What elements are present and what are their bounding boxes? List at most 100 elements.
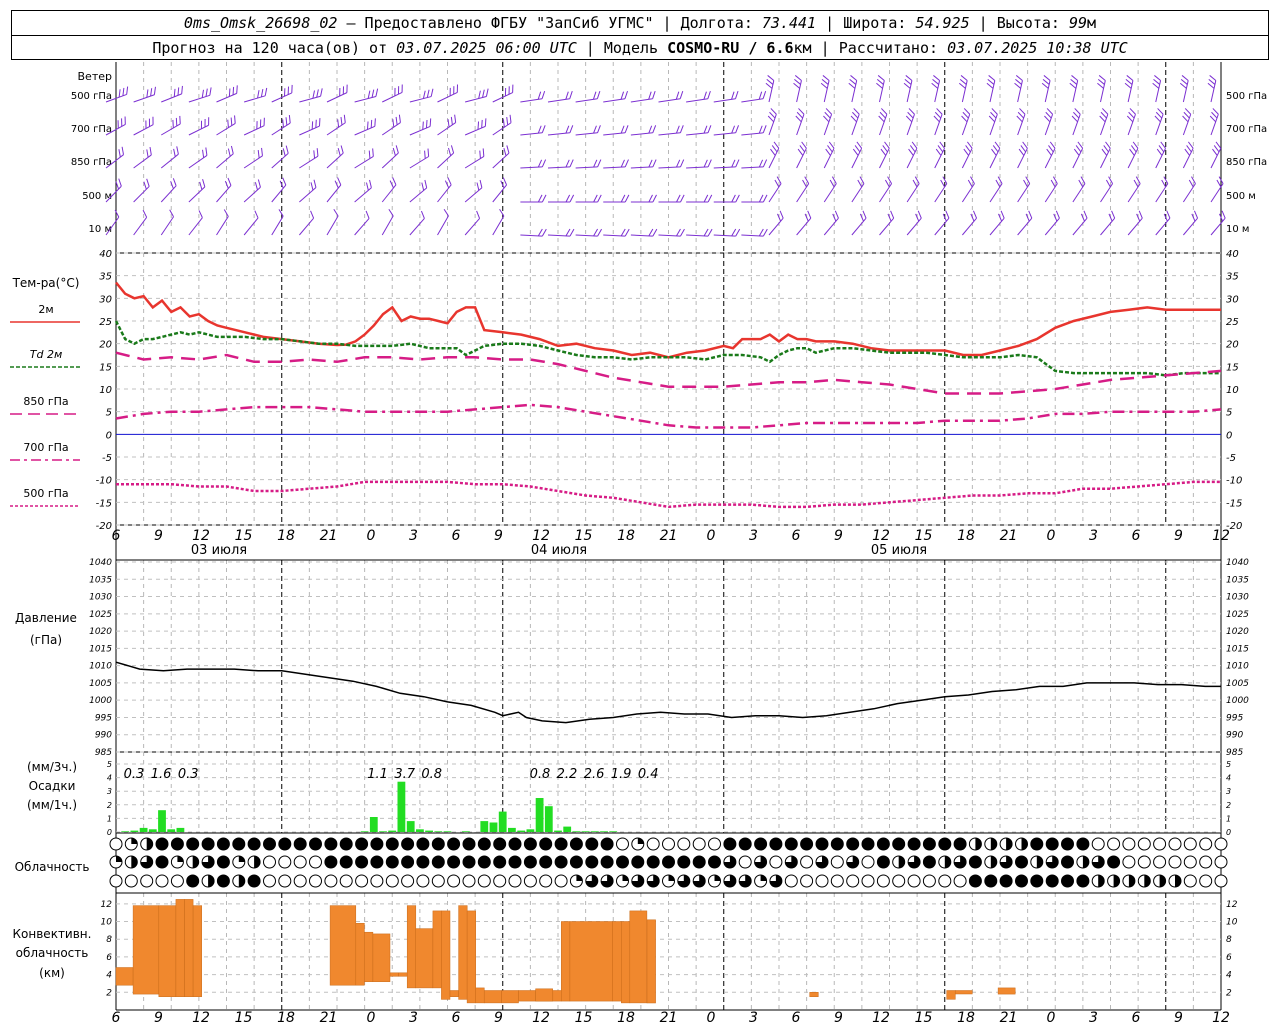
x-tick-label-bottom: 6	[452, 1010, 461, 1024]
wind-barb-flag	[834, 210, 839, 219]
wind-barb-flag	[1130, 145, 1137, 153]
cloud-cover-symbol	[708, 837, 721, 851]
cloud-cover-symbol	[938, 837, 952, 851]
wind-barb-flag	[450, 145, 455, 154]
cloud-cover-symbol	[324, 874, 338, 888]
wind-barb-flag	[282, 148, 286, 157]
cloud-cover-symbol	[355, 837, 369, 851]
cloud-cover-fill	[975, 838, 982, 850]
cloud-cover-symbol	[692, 855, 706, 869]
wind-barb-flag	[199, 181, 203, 190]
precip-total: 2.6	[584, 767, 605, 782]
wind-barb	[1017, 148, 1028, 169]
wind-barb-flag	[1126, 115, 1134, 123]
cloud-cover-fill	[1036, 856, 1043, 868]
temp-y-tick: 30	[99, 294, 112, 305]
wind-barb	[381, 152, 399, 169]
x-tick-label: 18	[617, 528, 635, 544]
cloud-cover-symbol	[1107, 837, 1121, 851]
cloud-cover-symbol	[324, 837, 338, 851]
cloud-cover-symbol	[646, 837, 660, 851]
wind-barb-flag	[340, 116, 343, 126]
cloud-cover-symbol	[968, 874, 982, 888]
wind-barb-flag	[126, 86, 129, 95]
wind-barb-flag	[966, 141, 973, 149]
cloud-cover-symbol	[447, 874, 461, 888]
wind-barb	[326, 184, 342, 203]
conv-cloud-bar	[501, 990, 519, 1004]
temperature-panel: 40 40 35 35 30 30 25 25 20 20 15 15 10 10 5 5 0 0 -5 -5 -10 -…	[10, 249, 1242, 532]
wind-barb-flag	[990, 111, 997, 119]
conv-cloud-bar	[398, 972, 408, 977]
precip-bar	[526, 829, 535, 832]
press-y-tick-right: 1030	[1226, 593, 1249, 603]
wind-barb-flag	[422, 121, 424, 130]
wind-barb-flag	[1069, 82, 1077, 89]
precip-bar	[167, 829, 176, 832]
wind-barb-flag	[624, 228, 630, 237]
cloud-cover-symbol	[631, 855, 645, 869]
precip-bar	[130, 830, 139, 832]
cloud-cover-symbol	[1214, 855, 1228, 869]
wind-barb-flag	[1101, 108, 1109, 115]
conv-cloud-bar	[389, 972, 399, 977]
wind-barb-flag	[703, 125, 708, 134]
wind-barb	[160, 123, 181, 136]
wind-barb-flag	[917, 210, 922, 219]
wind-barb-flag	[853, 108, 860, 115]
wind-barb-flag	[648, 194, 653, 203]
x-tick-label: 15	[915, 528, 933, 544]
cloud-cover-symbol	[1199, 837, 1213, 851]
x-tick-label-bottom: 18	[277, 1010, 295, 1024]
temp-y-tick-right: 25	[1226, 317, 1239, 328]
wind-barb-flag	[316, 89, 319, 98]
wind-barb-flag	[541, 159, 547, 168]
cloud-cover-symbol	[416, 874, 430, 888]
cloud-cover-symbol	[155, 874, 169, 888]
cloud-cover-symbol	[124, 874, 138, 888]
wind-barb-flag	[541, 194, 547, 203]
wind-barb	[1210, 148, 1222, 169]
wind-barb-flag	[912, 179, 918, 188]
wind-barb	[547, 98, 570, 103]
wind-level-right: 850 гПа	[1226, 157, 1267, 168]
wind-barb-flag	[652, 228, 658, 237]
wind-barb-flag	[648, 91, 652, 100]
precip-bar	[508, 827, 516, 832]
precip-bar	[590, 831, 599, 832]
conv-cloud-bar	[175, 899, 185, 997]
wind-barb-flag	[911, 141, 918, 149]
wind-barb	[1210, 217, 1226, 236]
precip-bar	[397, 781, 406, 832]
cloud-cover-symbol	[201, 837, 215, 851]
wind-barb-flag	[758, 159, 764, 168]
temp-y-tick-right: 5	[1226, 408, 1232, 419]
cloud-cover-symbol	[539, 837, 553, 851]
x-tick-label: 18	[957, 528, 975, 544]
wind-barb-flag	[593, 125, 597, 134]
wind-barb	[934, 148, 945, 169]
wind-barb-flag	[797, 148, 804, 156]
x-tick-label: 12	[872, 528, 890, 544]
wind-barb-flag	[227, 148, 231, 157]
cloud-cover-symbol	[861, 874, 875, 888]
cloud-cover-symbol	[477, 874, 491, 888]
wind-barb-flag	[1184, 148, 1191, 156]
wind-barb-flag	[450, 116, 453, 125]
cloud-cover-fill	[944, 856, 951, 868]
wind-barb-flag	[234, 115, 236, 124]
precip-bar	[416, 829, 424, 832]
wind-barb-flag	[230, 117, 233, 126]
wind-barb-flag	[205, 147, 208, 156]
x-tick-label-bottom: 18	[617, 1010, 635, 1024]
wind-barb-flag	[762, 125, 767, 133]
wind-barb	[188, 186, 206, 203]
press-y-tick-right: 985	[1226, 748, 1243, 758]
wind-barb-flag	[1028, 210, 1033, 219]
cloud-cover-symbol	[554, 837, 568, 851]
wind-barb-flag	[537, 194, 543, 203]
wind-barb-flag	[992, 145, 999, 153]
wind-barb	[658, 132, 681, 136]
wind-barb-flag	[908, 108, 915, 115]
wind-barb	[1017, 217, 1033, 236]
